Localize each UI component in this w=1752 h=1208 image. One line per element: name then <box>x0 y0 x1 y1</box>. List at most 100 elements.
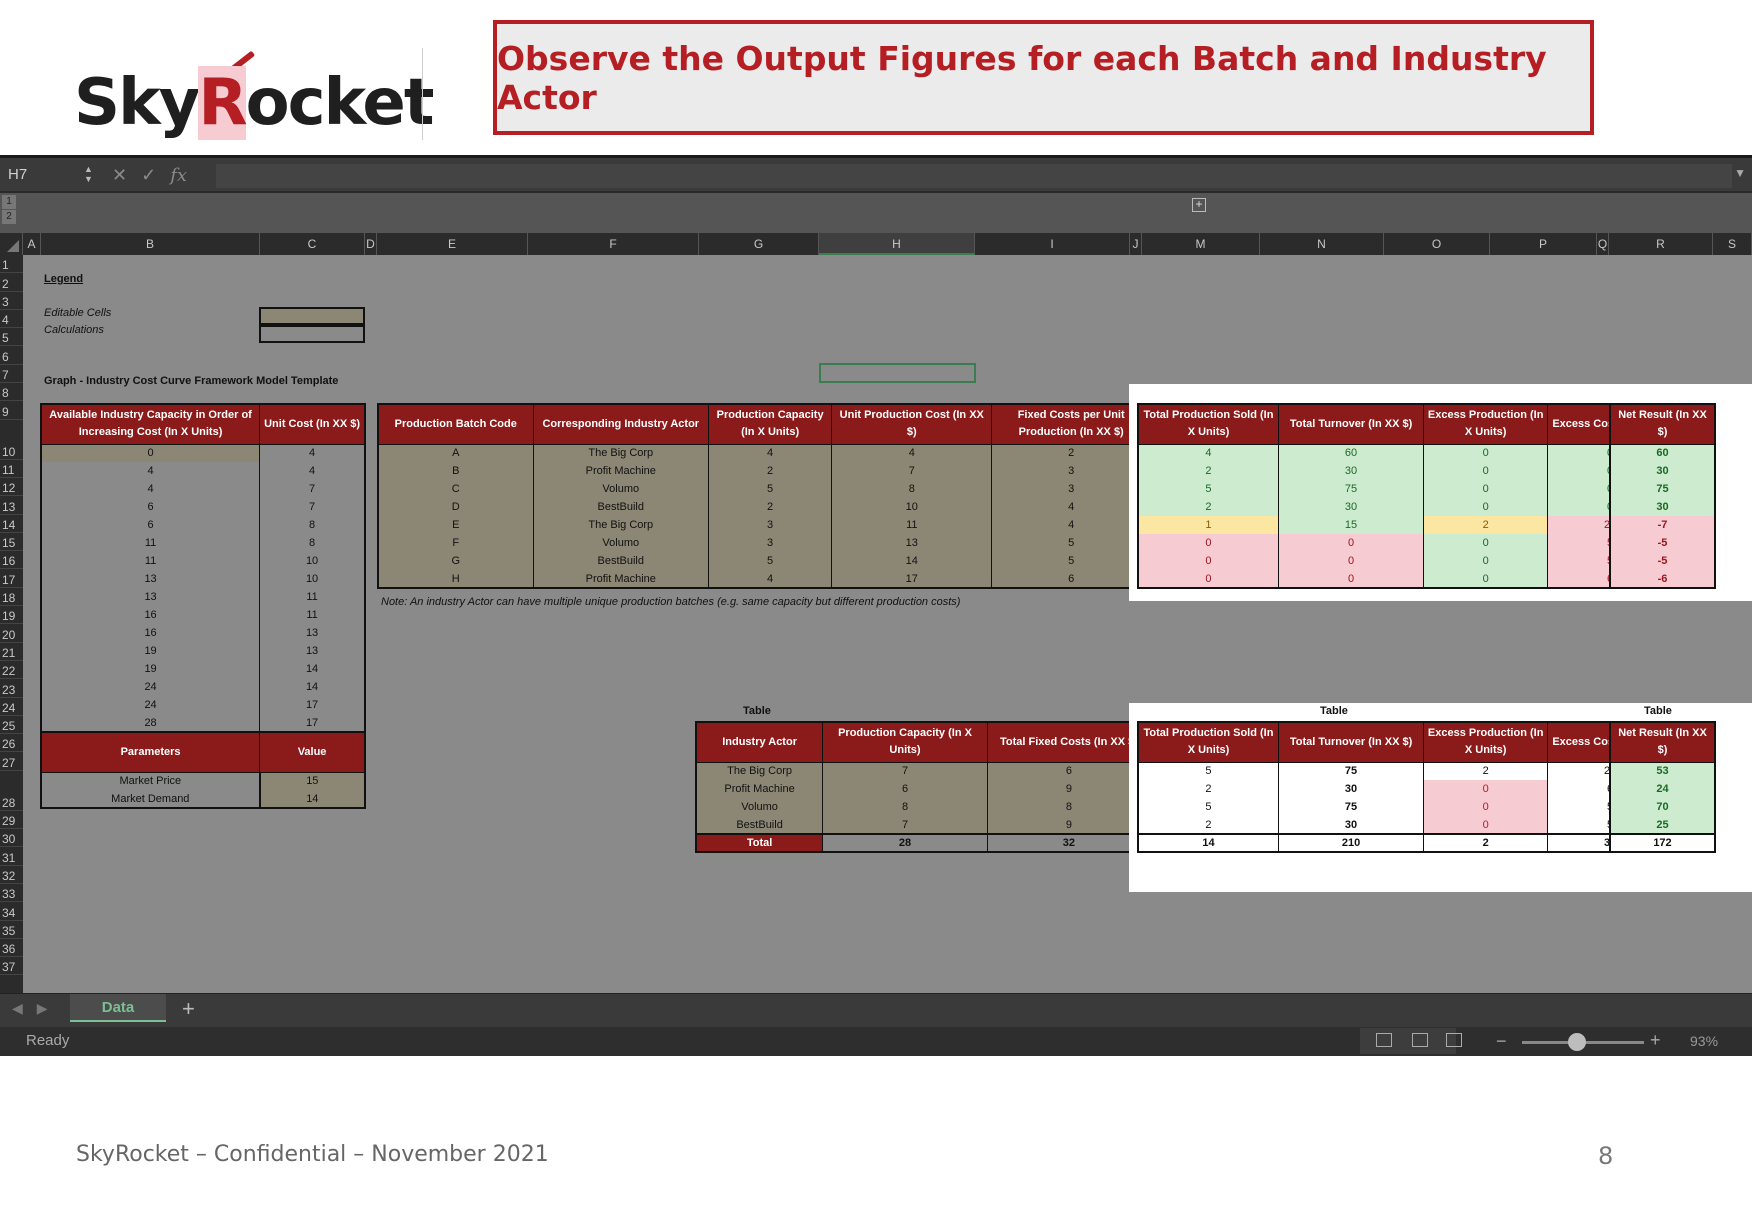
row-header-12[interactable]: 12 <box>0 478 23 497</box>
row-header-23[interactable]: 23 <box>0 679 23 698</box>
row-header-18[interactable]: 18 <box>0 588 23 607</box>
row-header-10[interactable]: 10 <box>0 420 23 460</box>
batch-cell[interactable]: 4 <box>991 516 1152 534</box>
row-header-30[interactable]: 30 <box>0 829 23 848</box>
confirm-icon[interactable]: ✓ <box>141 165 170 185</box>
row-header-14[interactable]: 14 <box>0 515 23 533</box>
batch-cell[interactable]: 2 <box>708 462 833 480</box>
batch-cell[interactable]: B <box>377 462 534 480</box>
row-header-31[interactable]: 31 <box>0 847 23 866</box>
row-header-37[interactable]: 37 <box>0 957 23 976</box>
batch-cell[interactable]: 4 <box>991 498 1152 516</box>
batch-cell[interactable]: 13 <box>831 534 993 552</box>
column-header-g[interactable]: G <box>699 233 819 255</box>
normal-view-icon[interactable] <box>1376 1033 1392 1047</box>
column-header-j[interactable]: J <box>1130 233 1142 255</box>
row-header-19[interactable]: 19 <box>0 606 23 625</box>
column-header-q[interactable]: Q <box>1597 233 1609 255</box>
row-header-9[interactable]: 9 <box>0 401 23 420</box>
row-header-7[interactable]: 7 <box>0 365 23 384</box>
sheet-tab-data[interactable]: Data <box>70 994 166 1022</box>
cancel-icon[interactable]: ✕ <box>112 165 141 185</box>
row-header-34[interactable]: 34 <box>0 902 23 921</box>
batch-cell[interactable]: Profit Machine <box>532 462 710 480</box>
expand-group-icon[interactable]: + <box>1192 198 1206 212</box>
column-header-s[interactable]: S <box>1713 233 1752 255</box>
zoom-in-icon[interactable]: + <box>1650 1030 1661 1051</box>
batch-cell[interactable]: 5 <box>991 534 1152 552</box>
batch-cell[interactable]: BestBuild <box>532 498 710 516</box>
row-header-15[interactable]: 15 <box>0 533 23 552</box>
column-header-h[interactable]: H <box>819 233 975 255</box>
batch-cell[interactable]: 5 <box>708 480 833 498</box>
batch-cell[interactable]: G <box>377 552 534 570</box>
column-header-r[interactable]: R <box>1609 233 1713 255</box>
batch-cell[interactable]: C <box>377 480 534 498</box>
column-header-m[interactable]: M <box>1142 233 1260 255</box>
batch-cell[interactable]: 5 <box>991 552 1152 570</box>
row-header-21[interactable]: 21 <box>0 643 23 661</box>
page-break-view-icon[interactable] <box>1446 1033 1462 1047</box>
column-header-n[interactable]: N <box>1260 233 1384 255</box>
column-header-c[interactable]: C <box>260 233 365 255</box>
row-header-8[interactable]: 8 <box>0 383 23 402</box>
batch-cell[interactable]: F <box>377 534 534 552</box>
batch-cell[interactable]: 17 <box>831 570 993 588</box>
batch-cell[interactable]: 2 <box>708 498 833 516</box>
page-layout-view-icon[interactable] <box>1412 1033 1428 1047</box>
zoom-slider-thumb[interactable] <box>1568 1033 1586 1051</box>
row-header-11[interactable]: 11 <box>0 460 23 478</box>
formula-input[interactable] <box>216 164 1732 188</box>
outline-level-2[interactable]: 2 <box>2 210 16 224</box>
batch-cell[interactable]: The Big Corp <box>532 516 710 534</box>
column-header-p[interactable]: P <box>1490 233 1597 255</box>
batch-cell[interactable]: 3 <box>708 516 833 534</box>
batch-cell[interactable]: H <box>377 570 534 588</box>
outline-level-1[interactable]: 1 <box>2 195 16 209</box>
batch-cell[interactable]: 2 <box>991 444 1152 462</box>
row-header-16[interactable]: 16 <box>0 551 23 570</box>
selected-cell-h7[interactable] <box>819 363 976 383</box>
zoom-out-icon[interactable]: − <box>1496 1031 1507 1052</box>
row-header-24[interactable]: 24 <box>0 698 23 716</box>
row-header-35[interactable]: 35 <box>0 921 23 939</box>
row-header-28[interactable]: 28 <box>0 771 23 811</box>
column-header-d[interactable]: D <box>365 233 377 255</box>
row-header-17[interactable]: 17 <box>0 570 23 588</box>
add-sheet-button[interactable]: + <box>182 996 195 1022</box>
formula-expand-icon[interactable]: ▼ <box>1734 166 1746 180</box>
column-header-i[interactable]: I <box>975 233 1130 255</box>
row-header-22[interactable]: 22 <box>0 661 23 680</box>
row-header-25[interactable]: 25 <box>0 716 23 735</box>
batch-cell[interactable]: 6 <box>991 570 1152 588</box>
row-header-32[interactable]: 32 <box>0 866 23 884</box>
batch-cell[interactable]: 4 <box>708 570 833 588</box>
batch-cell[interactable]: 4 <box>708 444 833 462</box>
batch-cell[interactable]: 3 <box>708 534 833 552</box>
market-demand-cell[interactable]: 14 <box>258 790 366 808</box>
column-header-b[interactable]: B <box>41 233 260 255</box>
row-header-27[interactable]: 27 <box>0 753 23 771</box>
batch-cell[interactable]: Volumo <box>532 534 710 552</box>
row-header-29[interactable]: 29 <box>0 811 23 830</box>
batch-cell[interactable]: D <box>377 498 534 516</box>
batch-cell[interactable]: 3 <box>991 480 1152 498</box>
name-box-stepper-icon[interactable]: ▲ ▼ <box>84 164 93 184</box>
column-header-f[interactable]: F <box>528 233 699 255</box>
sheet-nav-arrows-icon[interactable]: ◀▶ <box>12 1000 62 1017</box>
batch-cell[interactable]: 14 <box>831 552 993 570</box>
row-header-26[interactable]: 26 <box>0 734 23 753</box>
batch-cell[interactable]: 5 <box>708 552 833 570</box>
market-price-cell[interactable]: 15 <box>258 772 366 790</box>
row-header-5[interactable]: 5 <box>0 328 23 347</box>
row-header-33[interactable]: 33 <box>0 884 23 903</box>
row-header-20[interactable]: 20 <box>0 624 23 643</box>
batch-cell[interactable]: 11 <box>831 516 993 534</box>
batch-cell[interactable]: BestBuild <box>532 552 710 570</box>
batch-cell[interactable]: A <box>377 444 534 462</box>
function-icon[interactable]: fx <box>170 165 187 186</box>
batch-cell[interactable]: 8 <box>831 480 993 498</box>
row-header-2[interactable]: 2 <box>0 273 23 292</box>
column-header-o[interactable]: O <box>1384 233 1490 255</box>
batch-cell[interactable]: 3 <box>991 462 1152 480</box>
